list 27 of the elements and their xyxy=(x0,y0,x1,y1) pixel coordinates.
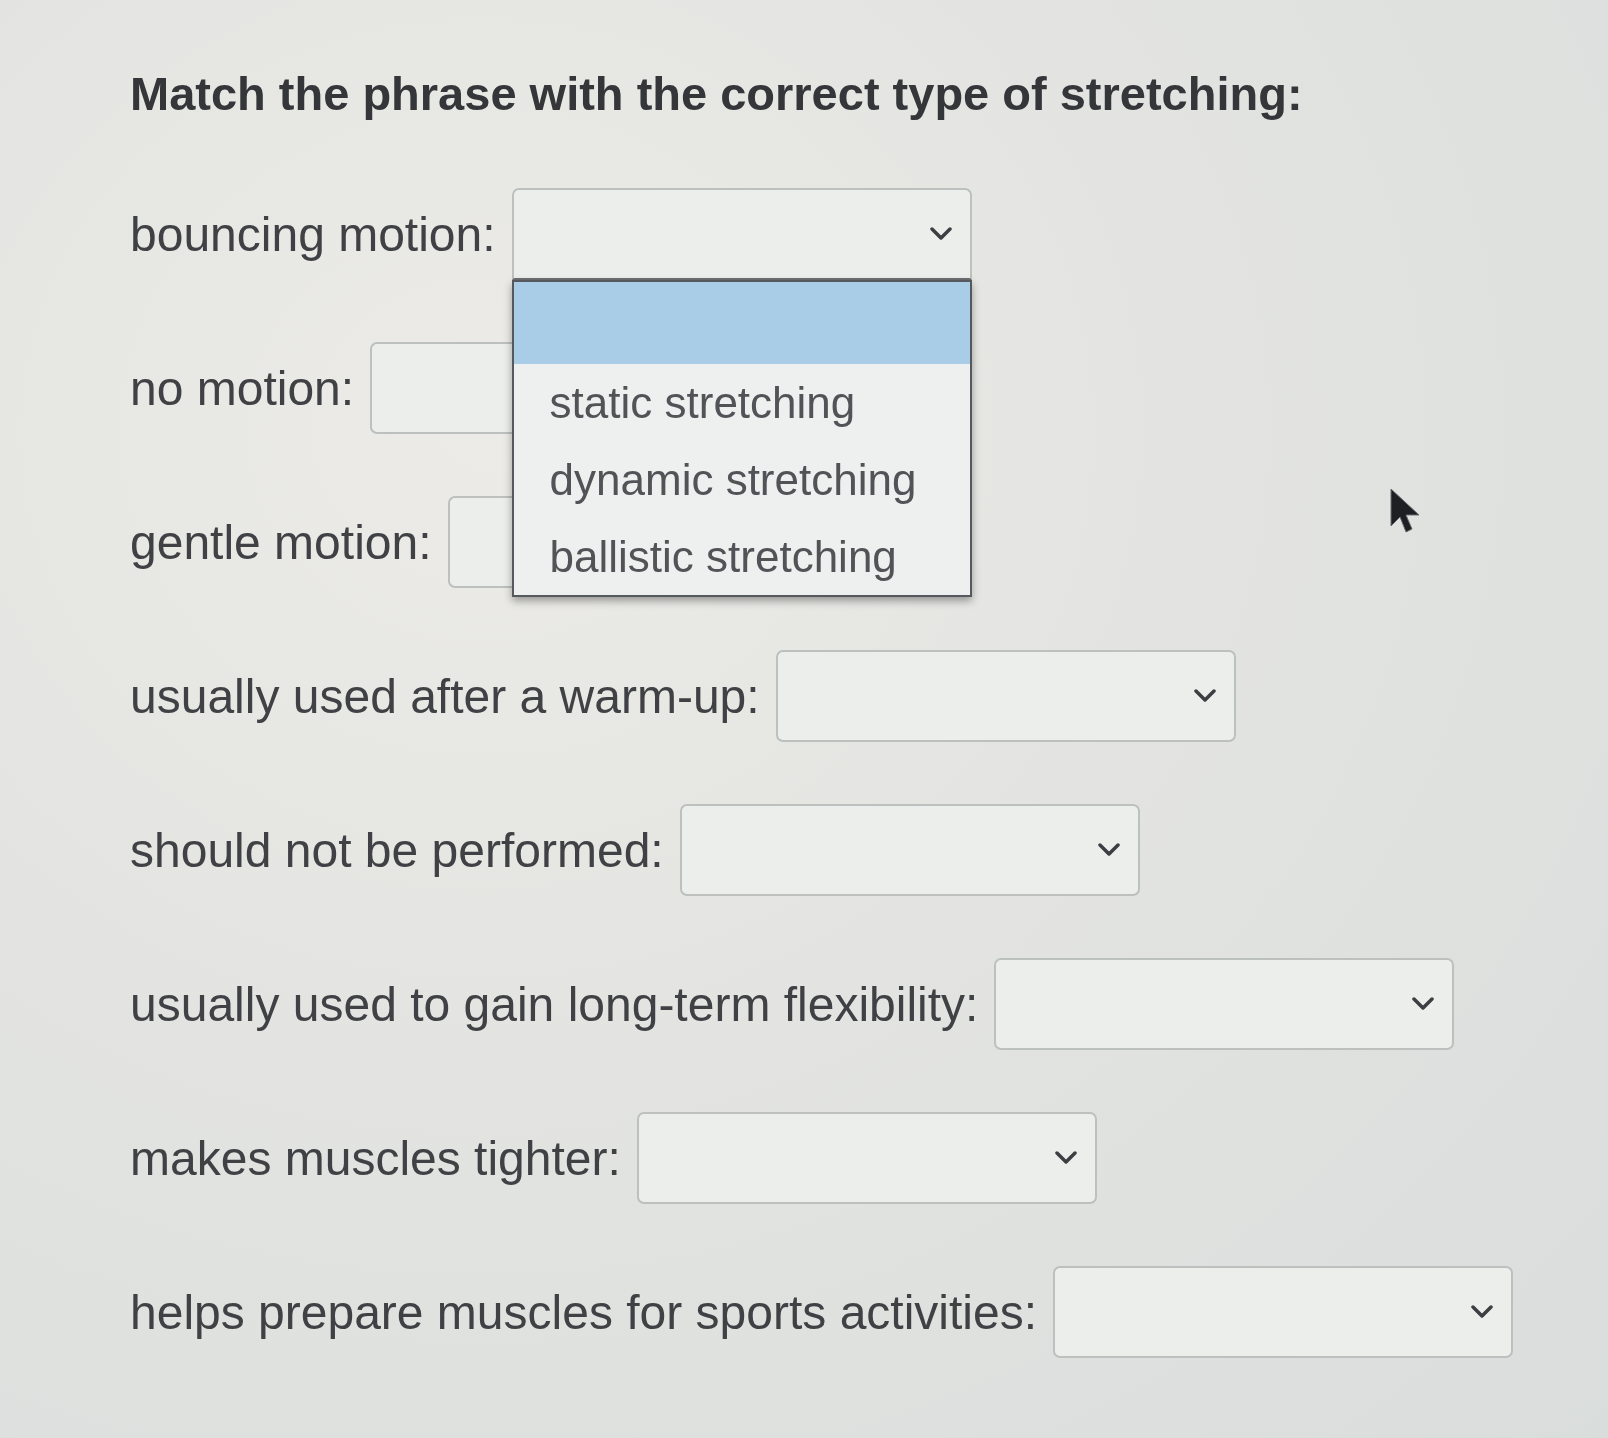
dropdown-field[interactable] xyxy=(511,188,972,281)
question-label: helps prepare muscles for sports activities: xyxy=(130,1284,1038,1341)
chevron-down-icon xyxy=(1412,997,1435,1012)
chevron-down-icon xyxy=(1471,1305,1494,1320)
dropdown-field[interactable] xyxy=(1053,1266,1514,1359)
question-label: usually used to gain long-term flexibility: xyxy=(130,976,979,1033)
chevron-down-icon xyxy=(1193,689,1216,704)
dropdown-option[interactable]: ballistic stretching xyxy=(513,518,970,596)
question-label: gentle motion: xyxy=(130,514,432,571)
question-label: usually used after a warm-up: xyxy=(130,668,760,725)
dropdown-field[interactable] xyxy=(775,650,1236,743)
dropdown-field[interactable] xyxy=(994,958,1455,1051)
chevron-down-icon xyxy=(929,227,952,242)
dropdown-field[interactable] xyxy=(679,804,1140,897)
dropdown-option[interactable]: dynamic stretching xyxy=(513,441,970,519)
dropdown-field[interactable] xyxy=(370,342,512,435)
dropdown-option[interactable]: static stretching xyxy=(513,364,970,442)
question-label: makes muscles tighter: xyxy=(130,1130,621,1187)
mouse-pointer-icon xyxy=(1390,488,1420,534)
question-label: no motion: xyxy=(130,360,355,417)
chevron-down-icon xyxy=(1054,1151,1077,1166)
question-title: Match the phrase with the correct type of stretching: xyxy=(130,66,1303,122)
dropdown-field[interactable] xyxy=(447,496,512,589)
question-label: should not be performed: xyxy=(130,822,664,879)
question-label: bouncing motion: xyxy=(130,206,496,263)
dropdown-field[interactable] xyxy=(636,1112,1097,1205)
chevron-down-icon xyxy=(1097,843,1120,858)
